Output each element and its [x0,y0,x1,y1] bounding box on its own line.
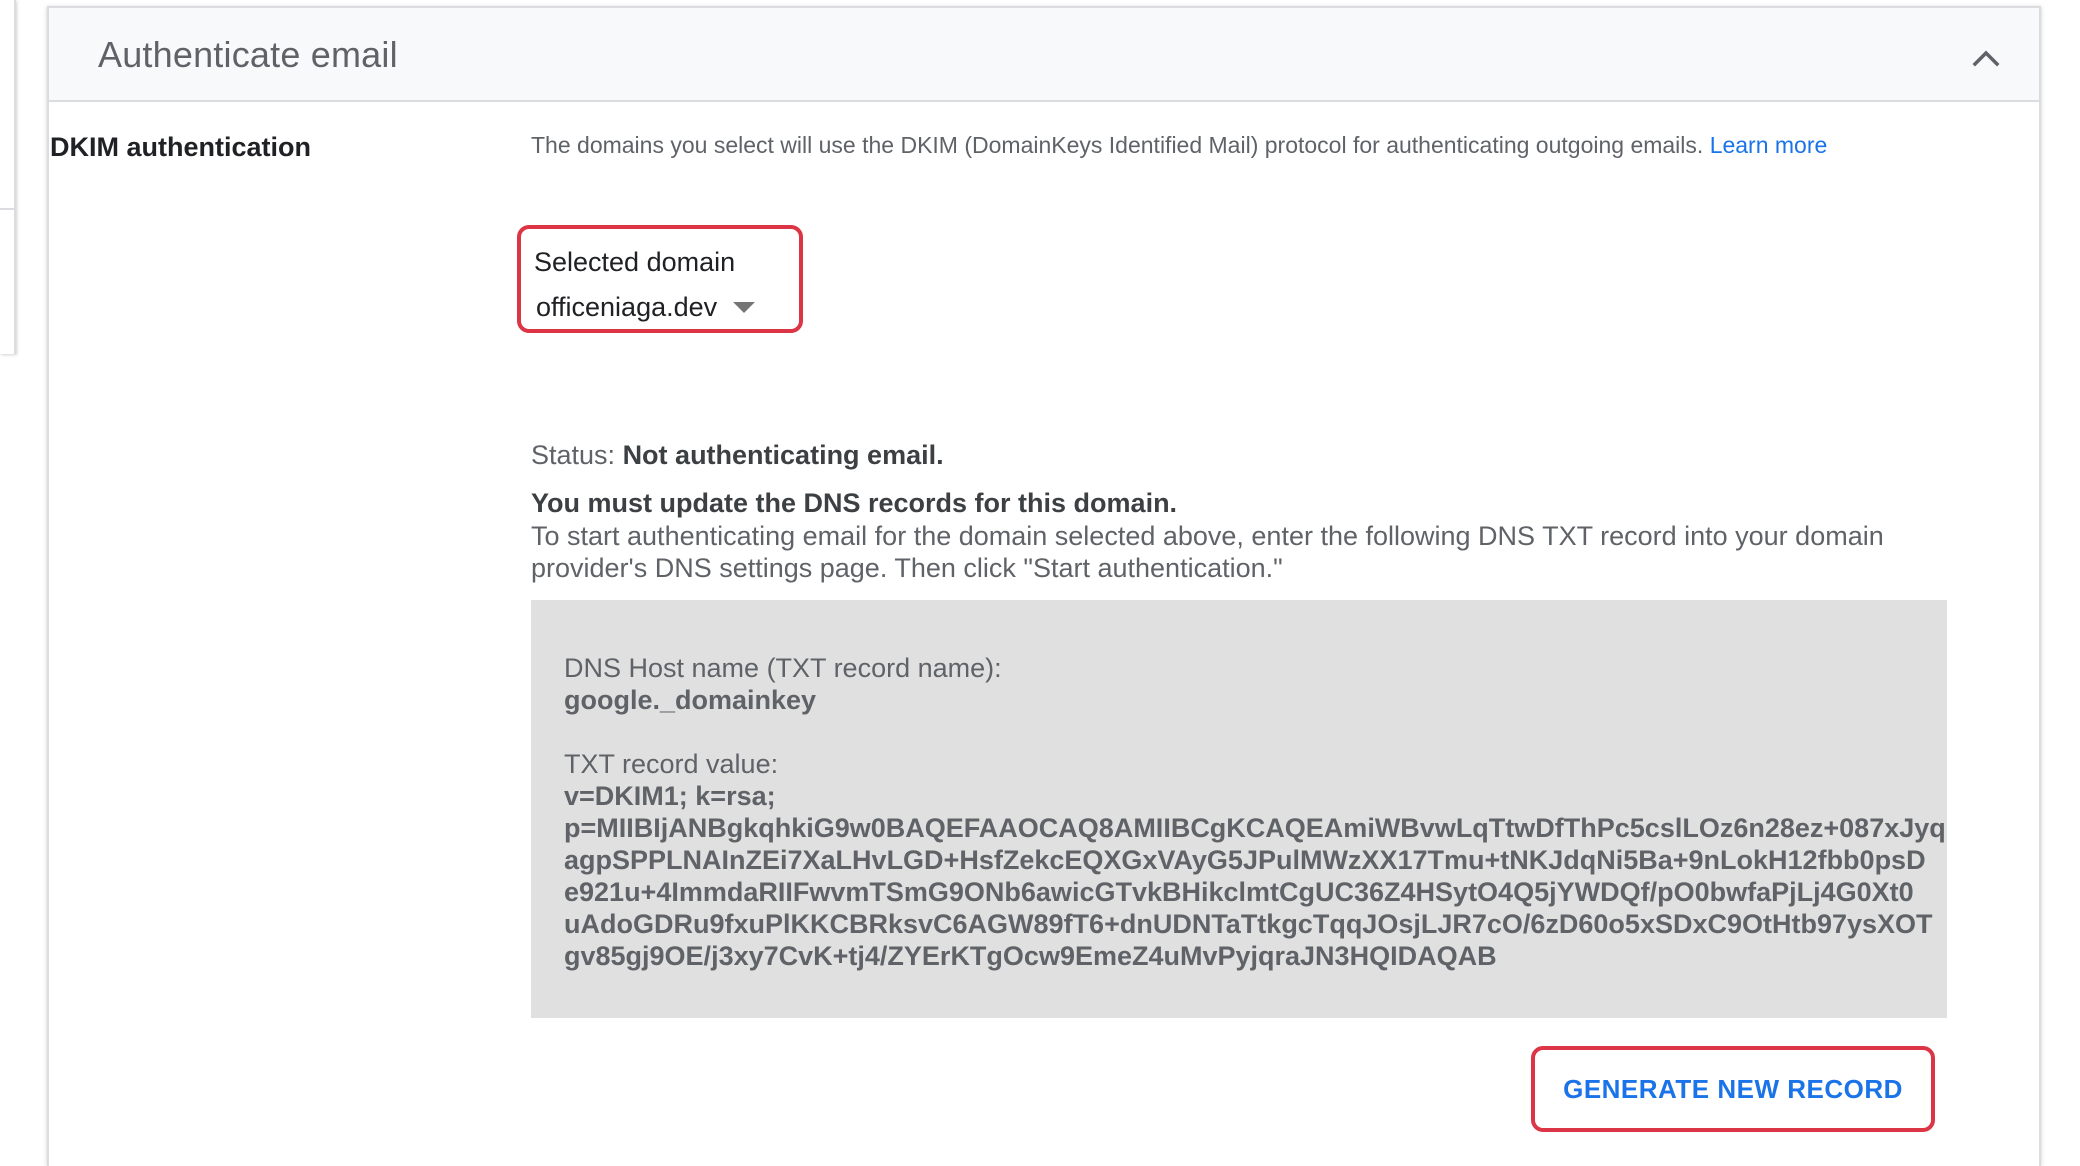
panel-header[interactable]: Authenticate email [49,8,2039,102]
selected-domain-label: Selected domain [534,247,736,277]
status-prefix: Status: [531,440,616,470]
dns-record-box: DNS Host name (TXT record name): google.… [531,600,1947,1018]
panel-title: Authenticate email [98,34,398,75]
txt-record-line: agpSPPLNAInZEi7XaLHvLGD+HsfZekcEQXGxVAyG… [564,845,1926,875]
domain-select-value: officeniaga.dev [536,291,718,322]
txt-record-label: TXT record value: [564,749,779,779]
dns-update-instructions: To start authenticating email for the do… [531,521,1884,583]
txt-record-line: uAdoGDRu9fxuPlKKCBRksvC6AGW89fT6+dnUDNTa… [564,909,1933,939]
dns-update-title: You must update the DNS records for this… [531,488,1178,518]
selected-domain-highlight: Selected domain officeniaga.dev [517,225,803,333]
generate-new-record-button[interactable]: GENERATE NEW RECORD [1543,1058,1923,1120]
txt-record-line: p=MIIBIjANBgkqhkiG9w0BAQEFAAOCAQ8AMIIBCg… [564,813,1946,843]
txt-record-line: v=DKIM1; k=rsa; [564,781,776,811]
dns-record-content: DNS Host name (TXT record name): google.… [564,652,1946,972]
side-panel-divider [0,208,14,210]
caret-down-icon [733,301,756,313]
dns-host-label: DNS Host name (TXT record name): [564,653,1002,683]
dkim-section-label: DKIM authentication [50,132,311,162]
generate-record-highlight: GENERATE NEW RECORD [1531,1046,1935,1132]
chevron-up-icon[interactable] [1971,46,2001,70]
dns-spacer [564,716,1946,748]
domain-select[interactable]: officeniaga.dev [536,289,756,325]
dns-host-value: google._domainkey [564,685,817,715]
dkim-description-text: The domains you select will use the DKIM… [531,132,1704,158]
learn-more-link[interactable]: Learn more [1710,132,1828,158]
txt-record-line: e921u+4ImmdaRIIFwvmTSmG9ONb6awicGTvkBHik… [564,877,1914,907]
txt-record-line: gv85gj9OE/j3xy7CvK+tj4/ZYErKTgOcw9EmeZ4u… [564,941,1497,971]
dkim-description: The domains you select will use the DKIM… [531,132,1827,159]
status-value: Not authenticating email. [622,440,944,470]
side-panel-edge [0,0,16,354]
status-line: Status: Not authenticating email. [531,440,944,471]
